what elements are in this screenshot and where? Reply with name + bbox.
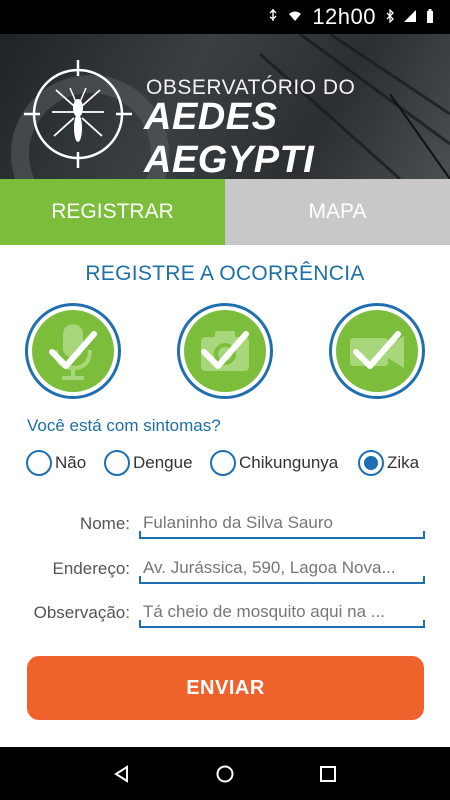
radio-label: Zika	[387, 453, 420, 472]
mosquito-target-logo	[24, 60, 132, 168]
wifi-icon	[288, 10, 302, 25]
header-title-line2: AEDES AEGYPTI	[144, 96, 315, 179]
back-button[interactable]	[102, 754, 142, 794]
system-nav-bar	[0, 747, 450, 800]
radio-button[interactable]	[26, 450, 52, 476]
home-button[interactable]	[205, 754, 245, 794]
radio-chikungunya[interactable]: Chikungunya	[210, 448, 338, 478]
recents-square-icon	[320, 765, 337, 782]
name-label: Nome:	[79, 514, 130, 533]
radio-button[interactable]	[210, 450, 236, 476]
radio-nao[interactable]: Não	[26, 448, 86, 478]
take-photo-button-fill	[184, 310, 266, 392]
battery-icon	[426, 8, 434, 26]
address-row: Endereço: Av. Jurássica, 590, Lagoa Nova…	[0, 554, 450, 588]
tab-mapa[interactable]: MAPA	[225, 179, 450, 245]
radio-dengue[interactable]: Dengue	[104, 448, 193, 478]
radio-button-checked[interactable]	[358, 450, 384, 476]
usb-icon	[268, 8, 278, 26]
address-label: Endereço:	[52, 559, 131, 578]
tab-bar: REGISTRAR MAPA	[0, 179, 450, 245]
address-field[interactable]: Av. Jurássica, 590, Lagoa Nova...	[139, 554, 425, 584]
bluetooth-icon	[386, 7, 394, 26]
section-title: REGISTRE A OCORRÊNCIA	[85, 262, 365, 285]
camera-icon	[201, 331, 249, 371]
take-photo-button[interactable]	[177, 303, 273, 399]
record-audio-button[interactable]	[25, 303, 121, 399]
record-audio-button-fill	[32, 310, 114, 392]
name-field[interactable]: Fulaninho da Silva Sauro	[139, 509, 425, 539]
microphone-icon	[49, 324, 97, 380]
submit-button[interactable]: ENVIAR	[27, 656, 424, 720]
clock: 12h00	[312, 4, 376, 29]
symptoms-radio-group: Não Dengue Chikungunya Zika	[26, 448, 436, 478]
radio-label: Chikungunya	[239, 453, 339, 472]
record-video-button[interactable]	[329, 303, 425, 399]
home-circle-icon	[216, 765, 234, 782]
radio-button[interactable]	[104, 450, 130, 476]
note-row: Observação: Tá cheio de mosquito aqui na…	[0, 598, 450, 632]
back-triangle-icon	[113, 764, 128, 783]
video-icon	[350, 331, 404, 369]
app-header: OBSERVATÓRIO DO AEDES AEGYPTI	[0, 34, 450, 179]
signal-icon	[404, 9, 416, 25]
tab-registrar[interactable]: REGISTRAR	[0, 179, 225, 245]
record-video-button-fill	[336, 310, 418, 392]
radio-label: Dengue	[133, 453, 193, 472]
note-label: Observação:	[33, 603, 130, 622]
status-bar: 12h00	[0, 0, 450, 34]
note-field[interactable]: Tá cheio de mosquito aqui na ...	[139, 598, 425, 628]
recents-button[interactable]	[308, 754, 348, 794]
name-row: Nome: Fulaninho da Silva Sauro	[0, 509, 450, 543]
radio-label: Não	[55, 453, 87, 472]
radio-zika[interactable]: Zika	[358, 448, 419, 478]
symptoms-question: Você está com sintomas?	[27, 416, 221, 435]
